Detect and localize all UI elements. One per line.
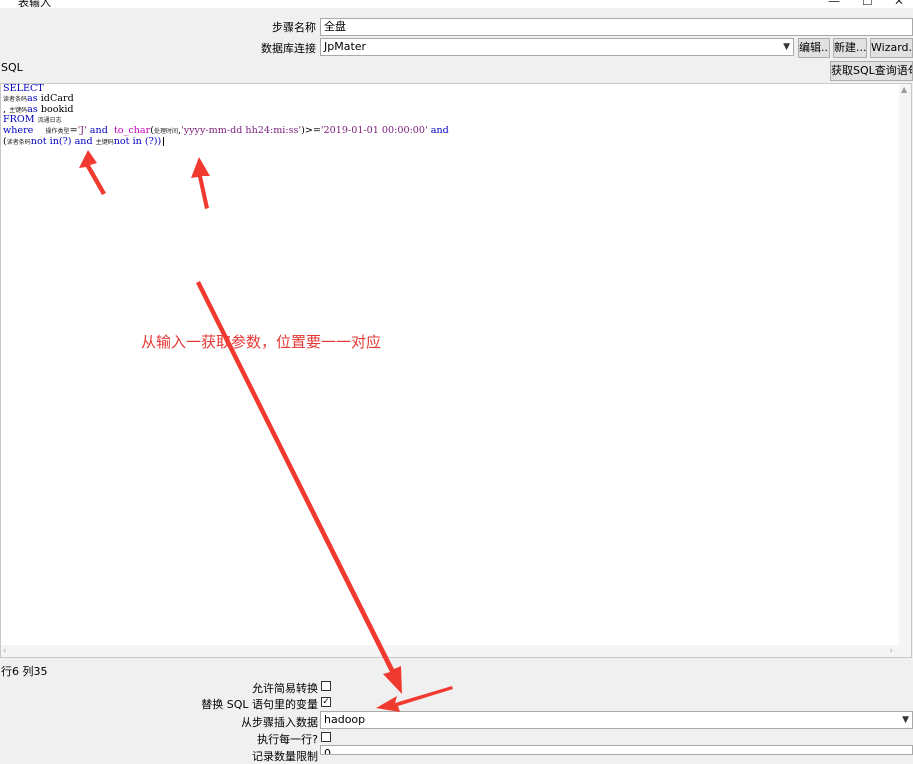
sql-keyword: as <box>27 103 38 115</box>
db-connection-label: 数据库连接 <box>261 42 316 55</box>
sql-keyword: and <box>89 125 108 137</box>
sql-string: 'J' <box>77 125 87 137</box>
sql-string: 'yyyy-mm-dd hh24:mi:ss' <box>181 125 302 137</box>
execute-each-row-checkbox[interactable] <box>321 732 331 742</box>
sql-string: '2019-01-01 00:00:00' <box>320 125 428 137</box>
horizontal-scrollbar[interactable]: ‹ › <box>1 645 899 657</box>
replace-variables-checkbox[interactable]: ✓ <box>321 697 331 707</box>
sql-label: SQL <box>1 61 23 74</box>
execute-each-row-label: 执行每一行? <box>257 733 318 746</box>
lazy-conversion-label: 允许简易转换 <box>252 682 318 695</box>
sql-column: 处理时间 <box>154 128 179 136</box>
annotation-text: 从输入一获取参数，位置要一一对应 <box>141 333 382 351</box>
sql-keyword: where <box>3 125 34 137</box>
scroll-right-icon[interactable]: › <box>890 646 893 655</box>
sql-code[interactable]: SELECT 读者条码as idCard , 主键码as bookid FROM… <box>3 84 449 148</box>
sql-punct: , <box>3 103 7 115</box>
chevron-down-icon: ▼ <box>783 42 790 52</box>
sql-param: (?) <box>58 135 72 147</box>
sql-keyword: as <box>27 92 38 104</box>
maximize-icon[interactable]: ☐ <box>862 0 873 8</box>
sql-punct: = <box>69 125 78 137</box>
edit-connection-button[interactable]: 编辑... <box>798 38 830 58</box>
limit-input[interactable]: 0 <box>320 745 913 755</box>
sql-column: 读者条码 <box>6 138 31 146</box>
wizard-button[interactable]: Wizard... <box>870 38 913 58</box>
sql-keyword: FROM <box>3 114 35 126</box>
db-connection-select[interactable]: JpMater ▼ <box>320 38 794 56</box>
insert-from-step-label: 从步骤插入数据 <box>241 716 318 729</box>
get-sql-button[interactable]: 获取SQL查询语句... <box>830 61 913 81</box>
sql-keyword: and <box>430 125 449 137</box>
insert-from-step-value: hadoop <box>324 713 366 726</box>
sql-keyword: not in <box>30 135 59 147</box>
sql-alias: bookid <box>40 103 74 115</box>
scroll-left-icon[interactable]: ‹ <box>3 646 6 655</box>
cursor-position: 行6 列35 <box>1 665 48 678</box>
title-bar: 表输入 — ☐ ✕ <box>0 0 913 8</box>
sql-keyword: SELECT <box>3 83 44 94</box>
scroll-up-icon[interactable]: ▲ <box>901 85 907 94</box>
sql-keyword: and <box>74 135 93 147</box>
sql-alias: idCard <box>40 92 74 104</box>
text-cursor <box>163 136 165 146</box>
limit-label: 记录数量限制 <box>252 750 318 763</box>
arrow-left-short <box>376 686 453 712</box>
replace-variables-label: 替换 SQL 语句里的变量 <box>201 698 318 711</box>
db-connection-value: JpMater <box>324 40 367 53</box>
lazy-conversion-checkbox[interactable] <box>321 681 331 691</box>
step-name-input[interactable]: 全盘 <box>320 18 913 36</box>
checkmark-icon: ✓ <box>322 697 330 707</box>
sql-column: 读者条码 <box>3 95 28 103</box>
minimize-icon[interactable]: — <box>828 0 840 8</box>
sql-column: 主键码 <box>9 106 28 114</box>
sql-function: to_char <box>113 125 151 137</box>
window-title: 表输入 <box>18 0 51 8</box>
step-name-label: 步骤名称 <box>272 21 316 34</box>
close-icon[interactable]: ✕ <box>894 0 904 8</box>
sql-punct: )>= <box>301 125 321 137</box>
sql-table: 流通日志 <box>37 117 62 125</box>
new-connection-button[interactable]: 新建... <box>833 38 867 58</box>
sql-keyword: not in <box>113 135 142 147</box>
vertical-scrollbar[interactable]: ▲ <box>899 84 911 657</box>
sql-param: (?)) <box>144 135 162 147</box>
sql-editor[interactable]: SELECT 读者条码as idCard , 主键码as bookid FROM… <box>0 83 912 658</box>
sql-column: 主键码 <box>95 138 114 146</box>
sql-column: 操作类型 <box>45 128 70 136</box>
chevron-down-icon: ▼ <box>902 715 909 725</box>
insert-from-step-select[interactable]: hadoop ▼ <box>320 711 913 729</box>
